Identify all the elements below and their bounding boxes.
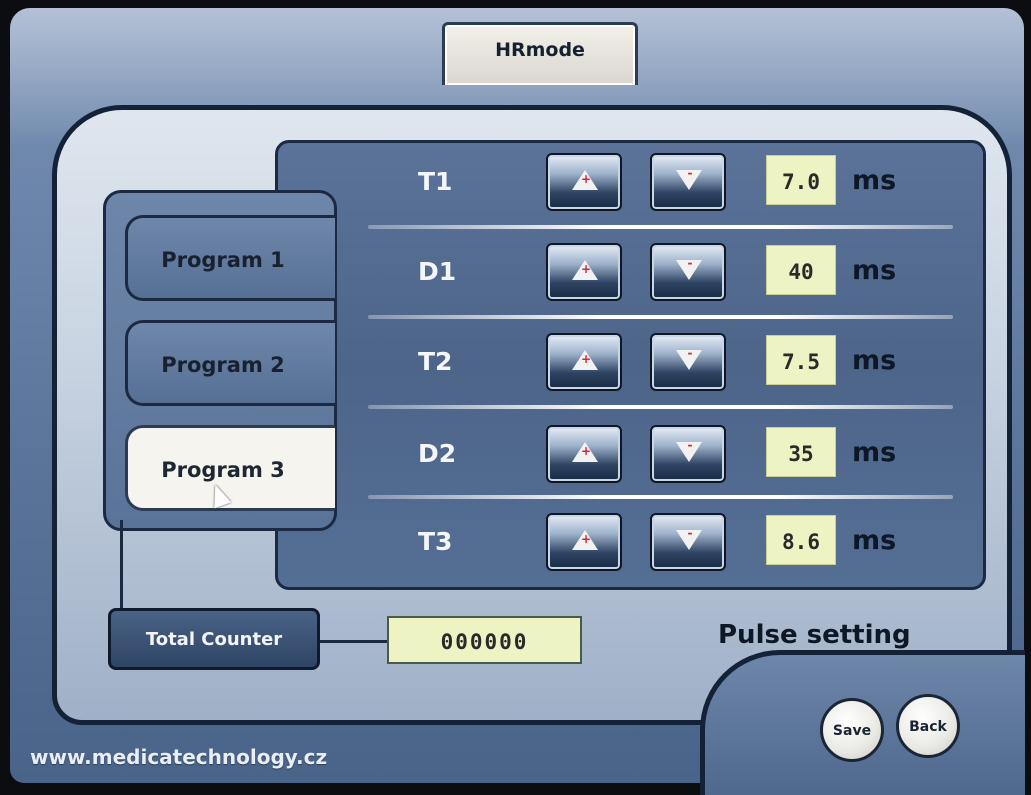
param-label: T1: [418, 167, 453, 196]
unit-label: ms: [852, 255, 897, 286]
connector-line: [120, 520, 123, 618]
program-label: Program 2: [161, 353, 285, 377]
save-label: Save: [832, 723, 872, 739]
minus-sign: -: [687, 346, 693, 360]
total-counter-label: Total Counter: [145, 629, 283, 650]
d1-decrease-button[interactable]: -: [650, 243, 726, 301]
row-divider: [368, 315, 953, 319]
unit-label: ms: [852, 437, 897, 468]
t2-increase-button[interactable]: +: [546, 333, 622, 391]
unit-label: ms: [852, 165, 897, 196]
t2-decrease-button[interactable]: -: [650, 333, 726, 391]
row-divider: [368, 405, 953, 409]
plus-sign: +: [581, 172, 592, 186]
t1-value: 7.0: [782, 170, 820, 194]
param-label: T2: [418, 347, 453, 376]
total-counter-button[interactable]: Total Counter: [108, 608, 320, 670]
param-row-d2: D2 + - 35 ms: [278, 415, 983, 503]
param-label: D2: [418, 439, 457, 468]
param-row-t2: T2 + - 7.5 ms: [278, 323, 983, 411]
d2-value-field[interactable]: 35: [766, 427, 836, 477]
program-2-button[interactable]: Program 2: [125, 320, 335, 406]
row-divider: [368, 495, 953, 499]
website-url: www.medicatechnology.cz: [30, 745, 328, 769]
plus-sign: +: [581, 352, 592, 366]
title-tab: HRmode: [442, 22, 638, 85]
page-title: HRmode: [495, 39, 585, 61]
t1-decrease-button[interactable]: -: [650, 153, 726, 211]
back-button[interactable]: Back: [896, 694, 960, 758]
program-label: Program 1: [161, 248, 285, 272]
program-label: Program 3: [161, 458, 285, 482]
param-row-d1: D1 + - 40 ms: [278, 233, 983, 321]
param-label: D1: [418, 257, 457, 286]
parameter-panel: T1 + - 7.0 ms D1 + - 40 ms T2 + - 7.5 ms…: [275, 140, 986, 590]
d1-value: 40: [788, 260, 814, 284]
d2-decrease-button[interactable]: -: [650, 425, 726, 483]
d1-increase-button[interactable]: +: [546, 243, 622, 301]
unit-label: ms: [852, 345, 897, 376]
section-title: Pulse setting: [718, 620, 911, 650]
minus-sign: -: [687, 526, 693, 540]
param-row-t3: T3 + - 8.6 ms: [278, 503, 983, 591]
minus-sign: -: [687, 438, 693, 452]
t3-increase-button[interactable]: +: [546, 513, 622, 571]
total-counter-display: 000000: [387, 616, 582, 664]
t3-decrease-button[interactable]: -: [650, 513, 726, 571]
param-row-t1: T1 + - 7.0 ms: [278, 143, 983, 231]
program-1-button[interactable]: Program 1: [125, 215, 335, 301]
plus-sign: +: [581, 532, 592, 546]
unit-label: ms: [852, 525, 897, 556]
plus-sign: +: [581, 444, 592, 458]
t3-value: 8.6: [782, 530, 820, 554]
t1-value-field[interactable]: 7.0: [766, 155, 836, 205]
d2-increase-button[interactable]: +: [546, 425, 622, 483]
minus-sign: -: [687, 166, 693, 180]
plus-sign: +: [581, 262, 592, 276]
d1-value-field[interactable]: 40: [766, 245, 836, 295]
connector-line: [318, 640, 390, 643]
save-button[interactable]: Save: [820, 698, 884, 762]
param-label: T3: [418, 527, 453, 556]
d2-value: 35: [788, 442, 814, 466]
t3-value-field[interactable]: 8.6: [766, 515, 836, 565]
t1-increase-button[interactable]: +: [546, 153, 622, 211]
total-counter-value: 000000: [440, 630, 529, 654]
t2-value-field[interactable]: 7.5: [766, 335, 836, 385]
row-divider: [368, 225, 953, 229]
t2-value: 7.5: [782, 350, 820, 374]
minus-sign: -: [687, 256, 693, 270]
back-label: Back: [909, 719, 947, 735]
